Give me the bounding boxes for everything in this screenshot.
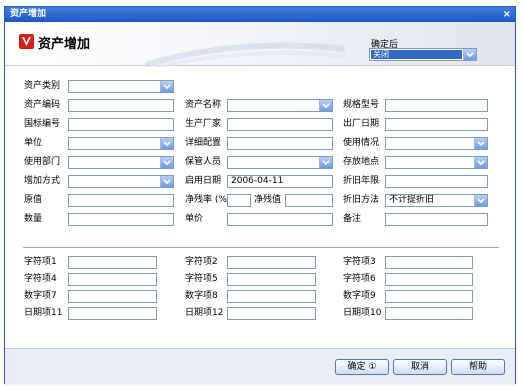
asset-code-input[interactable] (68, 99, 174, 112)
header-swoosh (145, 42, 345, 67)
add-method-label: 增加方式 (24, 176, 61, 186)
add-method-select[interactable] (68, 175, 174, 188)
unit-price-input[interactable] (227, 213, 333, 226)
app-logo-icon (19, 34, 34, 49)
start-date-input[interactable]: 2006-04-11 (227, 175, 333, 188)
custom-label-12: 日期项12 (185, 308, 224, 318)
asset-add-dialog: 资产增加 × 资产增加 确定后 关闭 资产类别 资产编码 资产名称 规格型号 国… (4, 6, 516, 385)
custom-input-4[interactable] (68, 273, 157, 286)
custom-input-6[interactable] (385, 273, 473, 286)
custom-input-11[interactable] (68, 307, 157, 320)
dialog-header: 资产增加 确定后 关闭 (5, 22, 515, 67)
mfg-date-input[interactable] (385, 118, 488, 131)
custom-label-5: 字符项5 (185, 274, 218, 284)
manufacturer-input[interactable] (227, 118, 333, 131)
original-value-label: 原值 (24, 195, 43, 205)
dept-select[interactable] (68, 156, 174, 169)
keeper-label: 保管人员 (185, 157, 222, 167)
custom-label-2: 字符项2 (185, 257, 218, 267)
chevron-down-icon[interactable] (160, 157, 173, 168)
ok-button[interactable]: 确定 ① (335, 359, 389, 375)
asset-name-label: 资产名称 (185, 100, 222, 110)
chevron-down-icon[interactable] (319, 157, 332, 168)
original-value-input[interactable] (68, 194, 174, 207)
remark-input[interactable] (385, 213, 488, 226)
dep-method-label: 折旧方法 (343, 195, 380, 205)
custom-input-5[interactable] (227, 273, 316, 286)
after-confirm-value: 关闭 (371, 50, 462, 59)
dep-years-input[interactable] (385, 175, 488, 188)
chevron-down-icon[interactable] (474, 138, 487, 149)
chevron-down-icon[interactable] (474, 157, 487, 168)
custom-label-8: 数字项8 (185, 291, 218, 301)
chevron-down-icon[interactable] (160, 176, 173, 187)
spec-input[interactable] (385, 99, 488, 112)
custom-input-12[interactable] (227, 307, 316, 320)
quantity-input[interactable] (68, 213, 174, 226)
custom-label-11: 日期项11 (24, 308, 63, 318)
header-title: 资产增加 (38, 37, 91, 52)
chevron-down-icon[interactable] (160, 138, 173, 149)
asset-code-label: 资产编码 (24, 100, 61, 110)
keeper-select[interactable] (227, 156, 333, 169)
unit-select[interactable] (68, 137, 174, 150)
cancel-button[interactable]: 取消 (393, 359, 447, 375)
custom-label-6: 字符项6 (343, 274, 376, 284)
custom-input-10[interactable] (385, 307, 473, 320)
custom-label-3: 字符项3 (343, 257, 376, 267)
national-code-input[interactable] (68, 118, 174, 131)
button-bar: 确定 ① 取消 帮助 (5, 348, 515, 385)
asset-type-label: 资产类别 (24, 81, 61, 91)
custom-label-4: 字符项4 (24, 274, 57, 284)
manufacturer-label: 生产厂家 (185, 119, 222, 129)
mfg-date-label: 出厂日期 (343, 119, 380, 129)
chevron-down-icon[interactable] (474, 195, 487, 206)
remark-label: 备注 (343, 214, 362, 224)
chevron-down-icon[interactable] (463, 49, 476, 60)
help-button[interactable]: 帮助 (451, 359, 505, 375)
chevron-down-icon[interactable] (319, 100, 332, 111)
custom-input-3[interactable] (385, 256, 473, 269)
usage-status-label: 使用情况 (343, 138, 380, 148)
residual-rate-input[interactable] (227, 194, 251, 207)
residual-rate-label: 净残率 (%) (185, 195, 231, 205)
after-confirm-select[interactable]: 关闭 (369, 48, 477, 61)
custom-input-1[interactable] (68, 256, 157, 269)
window-title: 资产增加 (10, 9, 47, 19)
title-bar: 资产增加 × (5, 7, 515, 22)
dept-label: 使用部门 (24, 157, 61, 167)
asset-type-select[interactable] (68, 80, 174, 93)
unit-label: 单位 (24, 138, 43, 148)
custom-label-9: 数字项9 (343, 291, 376, 301)
dep-years-label: 折旧年限 (343, 176, 380, 186)
quantity-label: 数量 (24, 214, 43, 224)
config-label: 详细配置 (185, 138, 222, 148)
dep-method-select[interactable]: 不计提折旧 (385, 194, 488, 207)
location-select[interactable] (385, 156, 488, 169)
unit-price-label: 单价 (185, 214, 204, 224)
national-code-label: 国标编号 (24, 119, 61, 129)
custom-label-10: 日期项10 (343, 308, 382, 318)
usage-status-select[interactable] (385, 137, 488, 150)
spec-label: 规格型号 (343, 100, 380, 110)
asset-name-select[interactable] (227, 99, 333, 112)
custom-label-1: 字符项1 (24, 257, 57, 267)
chevron-down-icon[interactable] (160, 81, 173, 92)
custom-input-8[interactable] (227, 290, 316, 303)
custom-label-7: 数字项7 (24, 291, 57, 301)
location-label: 存放地点 (343, 157, 380, 167)
residual-value-input[interactable] (285, 194, 333, 207)
custom-input-9[interactable] (385, 290, 473, 303)
custom-input-7[interactable] (68, 290, 157, 303)
close-icon[interactable]: × (503, 7, 511, 22)
section-divider (23, 247, 499, 248)
start-date-label: 启用日期 (185, 176, 222, 186)
custom-input-2[interactable] (227, 256, 316, 269)
residual-value-label: 净残值 (254, 195, 282, 205)
config-input[interactable] (227, 137, 333, 150)
